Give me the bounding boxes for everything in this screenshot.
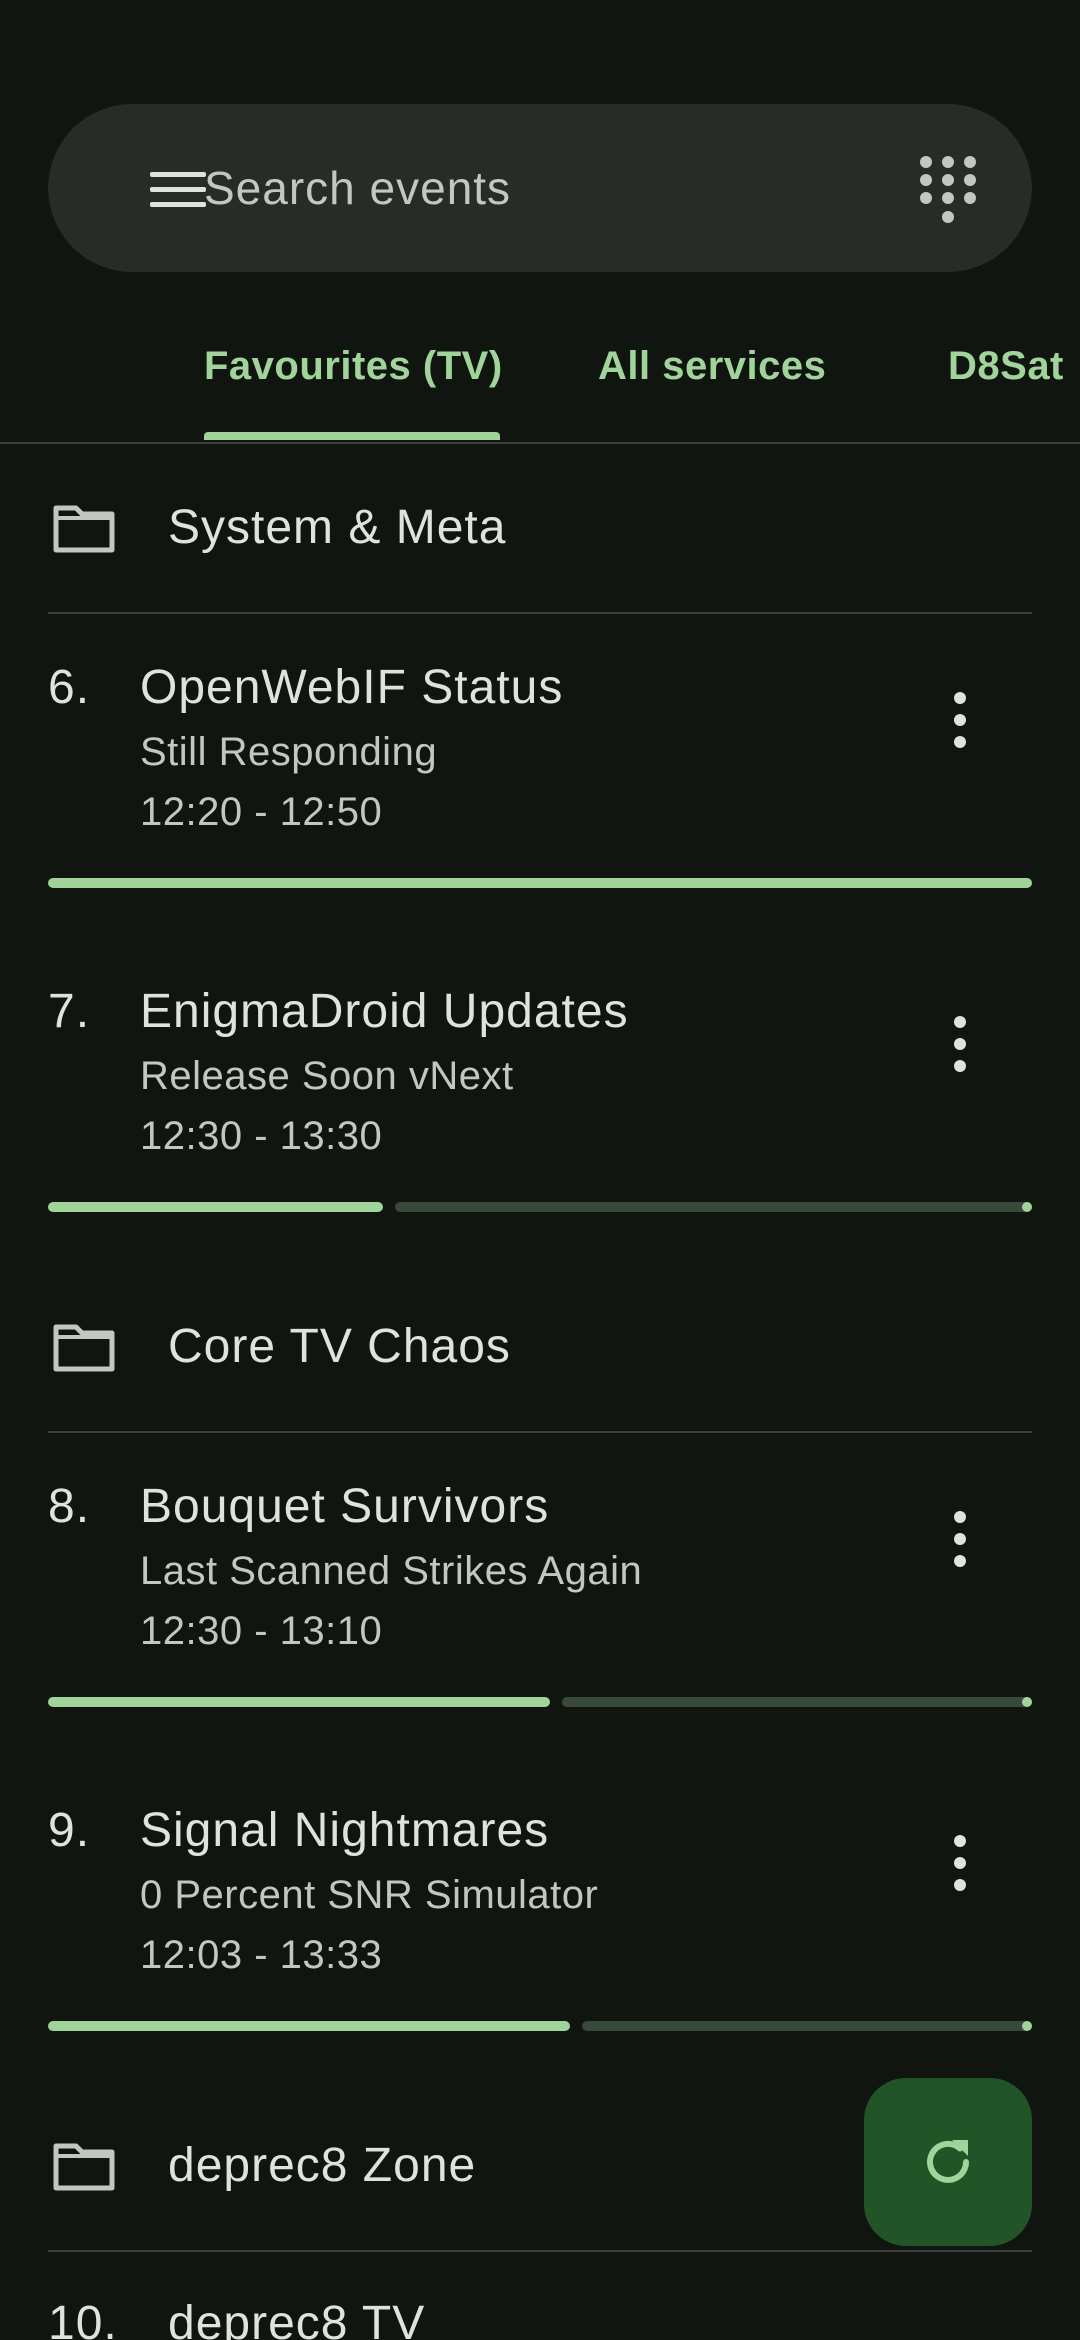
progress-track bbox=[582, 2021, 1032, 2031]
event-number: 8. bbox=[48, 1480, 91, 1533]
event-title: Signal Nightmares bbox=[140, 1804, 550, 1857]
event-row[interactable]: 10. deprec8 TV bbox=[0, 2296, 1080, 2340]
event-row[interactable]: 8. Bouquet Survivors Last Scanned Strike… bbox=[0, 1479, 1080, 1719]
progress-track bbox=[395, 1202, 1032, 1212]
progress-fill bbox=[48, 2021, 570, 2031]
more-vert-icon[interactable] bbox=[940, 1509, 980, 1569]
event-title: OpenWebIF Status bbox=[140, 661, 564, 714]
event-progress-bar bbox=[48, 1202, 1032, 1212]
event-time: 12:03 - 13:33 bbox=[140, 1933, 383, 1977]
folder-icon bbox=[53, 505, 115, 553]
dialpad-icon[interactable] bbox=[918, 154, 978, 226]
app-screen: Favourites (TV) All services D8Sat Syste… bbox=[0, 0, 1080, 2340]
event-subtitle: Last Scanned Strikes Again bbox=[140, 1549, 643, 1593]
refresh-icon bbox=[927, 2140, 969, 2183]
event-row[interactable]: 9. Signal Nightmares 0 Percent SNR Simul… bbox=[0, 1803, 1080, 2043]
search-input[interactable] bbox=[204, 158, 864, 218]
section-header-core-tv-chaos[interactable]: Core TV Chaos bbox=[0, 1263, 1080, 1433]
section-title: deprec8 Zone bbox=[168, 2139, 477, 2192]
search-bar[interactable] bbox=[48, 104, 1032, 272]
tab-d8sat[interactable]: D8Sat bbox=[948, 344, 1064, 442]
progress-end-dot bbox=[1022, 2021, 1032, 2031]
event-time: 12:30 - 13:30 bbox=[140, 1114, 383, 1158]
progress-fill bbox=[48, 1697, 550, 1707]
tab-favourites-tv[interactable]: Favourites (TV) bbox=[204, 344, 503, 442]
section-title: System & Meta bbox=[168, 501, 507, 554]
more-vert-icon[interactable] bbox=[940, 690, 980, 750]
folder-icon bbox=[53, 2143, 115, 2191]
event-number: 6. bbox=[48, 661, 91, 714]
event-title: Bouquet Survivors bbox=[140, 1480, 550, 1533]
event-row[interactable]: 7. EnigmaDroid Updates Release Soon vNex… bbox=[0, 984, 1080, 1224]
tab-bar: Favourites (TV) All services D8Sat bbox=[0, 320, 1080, 444]
section-divider bbox=[48, 2250, 1032, 2252]
section-header-system-meta[interactable]: System & Meta bbox=[0, 444, 1080, 614]
section-divider bbox=[48, 612, 1032, 614]
event-subtitle: Release Soon vNext bbox=[140, 1054, 514, 1098]
refresh-button[interactable] bbox=[864, 2078, 1032, 2246]
event-row[interactable]: 6. OpenWebIF Status Still Responding 12:… bbox=[0, 660, 1080, 900]
event-progress-bar bbox=[48, 878, 1032, 888]
event-progress-bar bbox=[48, 1697, 1032, 1707]
menu-icon[interactable] bbox=[150, 172, 206, 208]
tab-all-services[interactable]: All services bbox=[598, 344, 826, 442]
event-number: 9. bbox=[48, 1804, 91, 1857]
event-number: 10. bbox=[48, 2297, 118, 2340]
progress-track bbox=[562, 1697, 1032, 1707]
tab-indicator bbox=[204, 432, 500, 440]
folder-icon bbox=[53, 1324, 115, 1372]
event-progress-bar bbox=[48, 2021, 1032, 2031]
event-title: EnigmaDroid Updates bbox=[140, 985, 629, 1038]
progress-end-dot bbox=[1022, 1202, 1032, 1212]
more-vert-icon[interactable] bbox=[940, 1014, 980, 1074]
event-number: 7. bbox=[48, 985, 91, 1038]
event-time: 12:30 - 13:10 bbox=[140, 1609, 383, 1653]
progress-fill bbox=[48, 1202, 383, 1212]
progress-fill bbox=[48, 878, 1032, 888]
event-time: 12:20 - 12:50 bbox=[140, 790, 383, 834]
event-title: deprec8 TV bbox=[168, 2297, 426, 2340]
more-vert-icon[interactable] bbox=[940, 1833, 980, 1893]
progress-end-dot bbox=[1022, 1697, 1032, 1707]
event-subtitle: 0 Percent SNR Simulator bbox=[140, 1873, 599, 1917]
section-divider bbox=[48, 1431, 1032, 1433]
event-subtitle: Still Responding bbox=[140, 730, 438, 774]
section-title: Core TV Chaos bbox=[168, 1320, 511, 1373]
